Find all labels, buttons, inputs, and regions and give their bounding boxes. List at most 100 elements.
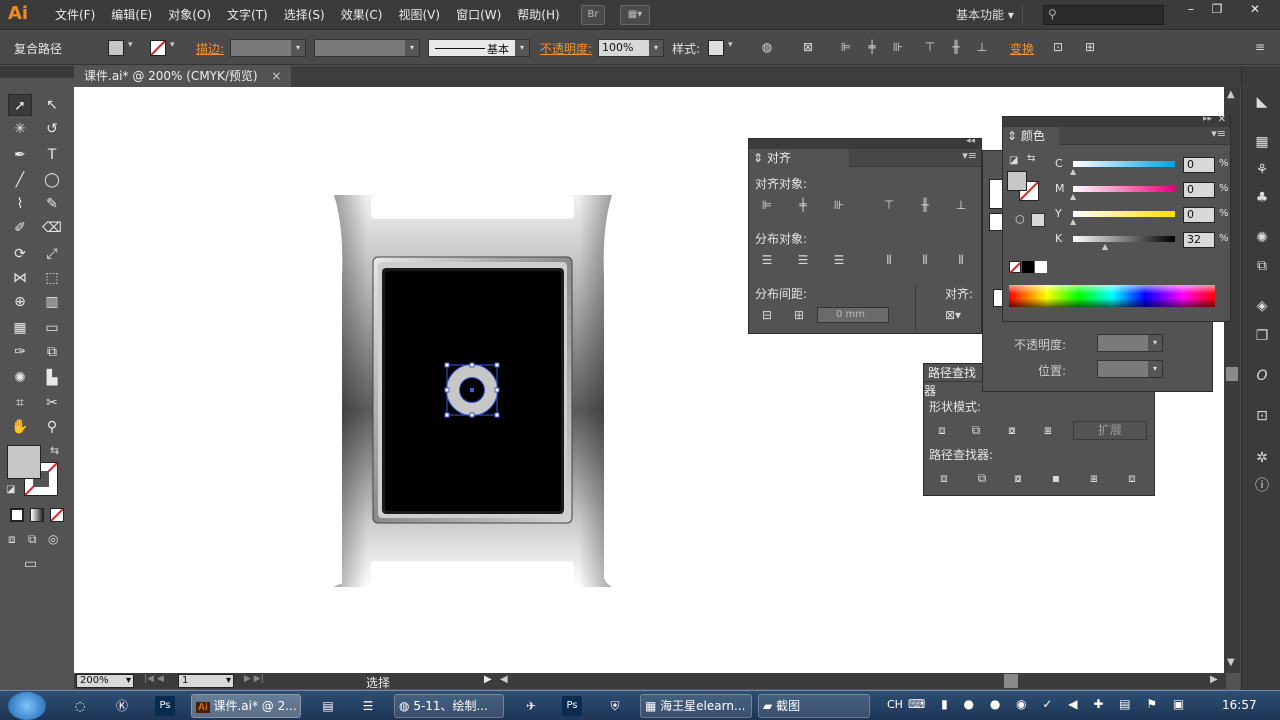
fill-indicator[interactable]: [7, 445, 41, 479]
channel-y-slider[interactable]: [1073, 211, 1175, 217]
taskbar-photoshop2-icon[interactable]: Ps: [562, 696, 582, 716]
menu-type[interactable]: 文字(T): [219, 0, 276, 30]
merge-icon[interactable]: ⧇: [1008, 468, 1028, 488]
menu-view[interactable]: 视图(V): [390, 0, 448, 30]
fill-swatch[interactable]: [108, 40, 124, 56]
taskbar-ie-icon[interactable]: ◌: [70, 696, 90, 716]
navigator-panel-icon[interactable]: ✲: [1252, 448, 1272, 468]
stroke-dropdown-icon[interactable]: ▾: [170, 40, 175, 50]
taskbar-list-icon[interactable]: ☰: [358, 696, 378, 716]
menu-object[interactable]: 对象(O): [160, 0, 219, 30]
direct-selection-tool-icon[interactable]: ↖: [40, 94, 64, 116]
scale-tool-icon[interactable]: ⤢: [40, 243, 64, 265]
fill-dropdown-icon[interactable]: ▾: [128, 40, 133, 50]
mesh-tool-icon[interactable]: ▦: [8, 317, 32, 339]
tray-icons[interactable]: ⌨ ▮ ● ● ◉ ✓ ◀ ✚ ▤ ⚑ ▣: [908, 697, 1190, 711]
crop-icon[interactable]: ▪: [1046, 468, 1066, 488]
color-close-icon[interactable]: ✕: [1218, 114, 1226, 125]
menu-effect[interactable]: 效果(C): [333, 0, 391, 30]
tab-close-icon[interactable]: ×: [271, 69, 281, 83]
opacity-input[interactable]: 100% ▾: [598, 39, 664, 57]
channel-m-value[interactable]: 0: [1183, 182, 1215, 198]
align-bottom-icon[interactable]: ⊥: [972, 37, 992, 57]
width-tool-icon[interactable]: ⋈: [8, 267, 32, 289]
stroke-style-dropdown[interactable]: 基本 ▾: [428, 39, 530, 57]
scroll-left-icon[interactable]: ◀: [500, 674, 508, 685]
magic-wand-tool-icon[interactable]: ✳: [8, 118, 32, 140]
channel-c-handle[interactable]: ▲: [1070, 167, 1076, 176]
color-panel-header[interactable]: ▸▸ ✕: [1003, 114, 1230, 127]
pathfinder-tab[interactable]: 路径查找器: [924, 364, 984, 398]
none-mode-icon[interactable]: [50, 508, 64, 522]
paintbrush-tool-icon[interactable]: ⌇: [8, 193, 32, 215]
gradient-mode-icon[interactable]: [30, 508, 44, 522]
taskbar-elearning-item[interactable]: ▦ 海王星elearn...: [640, 694, 752, 718]
expand-button[interactable]: 扩展: [1073, 421, 1147, 440]
channel-k-slider[interactable]: [1073, 236, 1175, 242]
pen-tool-icon[interactable]: ✒: [8, 144, 32, 166]
taskbar-screenshot-item[interactable]: ▰ 截图: [758, 694, 870, 718]
variable-width-dropdown[interactable]: ▾: [314, 39, 420, 57]
control-panel-menu-icon[interactable]: ≡: [1250, 37, 1270, 57]
blend-tool-icon[interactable]: ⧉: [40, 341, 64, 363]
artboards-panel-icon[interactable]: ❐: [1252, 326, 1272, 346]
start-button[interactable]: [8, 692, 46, 720]
brushes-panel-icon[interactable]: ⚘: [1252, 160, 1272, 180]
exclude-icon[interactable]: ⧆: [1038, 420, 1058, 440]
graphic-styles-panel-icon[interactable]: ⧉: [1252, 256, 1272, 276]
none-color-swatch[interactable]: [1009, 261, 1021, 274]
align-panel-menu-icon[interactable]: ▾≡: [962, 149, 977, 162]
divide-icon[interactable]: ⧈: [934, 468, 954, 488]
first-artboard-icon[interactable]: |◀ ◀: [144, 674, 164, 684]
channel-y-value[interactable]: 0: [1183, 207, 1215, 223]
black-swatch[interactable]: [1022, 261, 1034, 273]
channel-c-value[interactable]: 0: [1183, 157, 1215, 173]
status-menu-icon[interactable]: ▶: [484, 674, 492, 685]
zoom-field[interactable]: 200% ▾: [76, 674, 134, 688]
blob-brush-tool-icon[interactable]: ✐: [8, 217, 32, 239]
color-default-icon[interactable]: ◪: [1009, 155, 1018, 166]
rotate-tool-icon[interactable]: ⟳: [8, 243, 32, 265]
gradient-tool-icon[interactable]: ▭: [40, 317, 64, 339]
graphic-style-swatch[interactable]: [708, 40, 724, 56]
menu-window[interactable]: 窗口(W): [448, 0, 509, 30]
taskbar-illustrator-item[interactable]: Ai 课件.ai* @ 2...: [191, 694, 301, 718]
lasso-tool-icon[interactable]: ↺: [40, 118, 64, 140]
channel-m-slider[interactable]: [1073, 186, 1175, 192]
scroll-down-icon[interactable]: ▼: [1227, 657, 1235, 668]
v-distribute-center-icon[interactable]: ☰: [793, 250, 813, 270]
arrange-documents-button[interactable]: ▦▾: [620, 5, 650, 25]
scroll-right-icon[interactable]: ▶: [1210, 674, 1218, 685]
align-top-icon[interactable]: ⊤: [920, 37, 940, 57]
draw-behind-icon[interactable]: ⧉: [28, 532, 37, 547]
minus-front-icon[interactable]: ⧉: [966, 420, 986, 440]
v-distribute-bottom-icon[interactable]: ☰: [829, 250, 849, 270]
v-align-bottom-icon[interactable]: ⊥: [951, 195, 971, 215]
stroke-swatch[interactable]: [150, 40, 166, 56]
minus-back-icon[interactable]: ⧈: [1122, 468, 1142, 488]
shape-builder-tool-icon[interactable]: ⊕: [8, 291, 32, 313]
unite-icon[interactable]: ⧈: [932, 420, 952, 440]
draw-normal-icon[interactable]: ⧈: [8, 532, 16, 547]
channel-m-handle[interactable]: ▲: [1070, 192, 1076, 201]
align-to-icon[interactable]: ⊠▾: [943, 305, 963, 325]
transform-panel-icon[interactable]: ⊡: [1252, 406, 1272, 426]
h-distribute-center-icon[interactable]: ⫴: [915, 250, 935, 270]
taskbar-k-icon[interactable]: Ⓚ: [112, 696, 132, 716]
type-tool-icon[interactable]: T: [40, 144, 64, 166]
slice-tool-icon[interactable]: ✂: [40, 392, 64, 414]
align-title[interactable]: ⇕ 对齐: [749, 149, 849, 167]
stroke-weight-input[interactable]: ▾: [230, 39, 306, 57]
document-tab[interactable]: 课件.ai* @ 200% (CMYK/预览) ×: [74, 66, 292, 87]
menu-select[interactable]: 选择(S): [276, 0, 333, 30]
transparency-opacity-field[interactable]: ▾: [1097, 334, 1163, 352]
artboard-tool-icon[interactable]: ⌗: [8, 392, 32, 414]
menu-file[interactable]: 文件(F): [47, 0, 103, 30]
swatches-panel-icon[interactable]: ▦: [1252, 132, 1272, 152]
pencil-tool-icon[interactable]: ✎: [40, 193, 64, 215]
info-panel-icon[interactable]: ⓘ: [1252, 476, 1272, 496]
taskbar-browser-item[interactable]: ◍ 5-11、绘制...: [394, 694, 504, 718]
channel-y-handle[interactable]: ▲: [1070, 217, 1076, 226]
vertical-scroll-thumb[interactable]: [1226, 367, 1238, 381]
restore-button[interactable]: ❐: [1202, 1, 1232, 17]
